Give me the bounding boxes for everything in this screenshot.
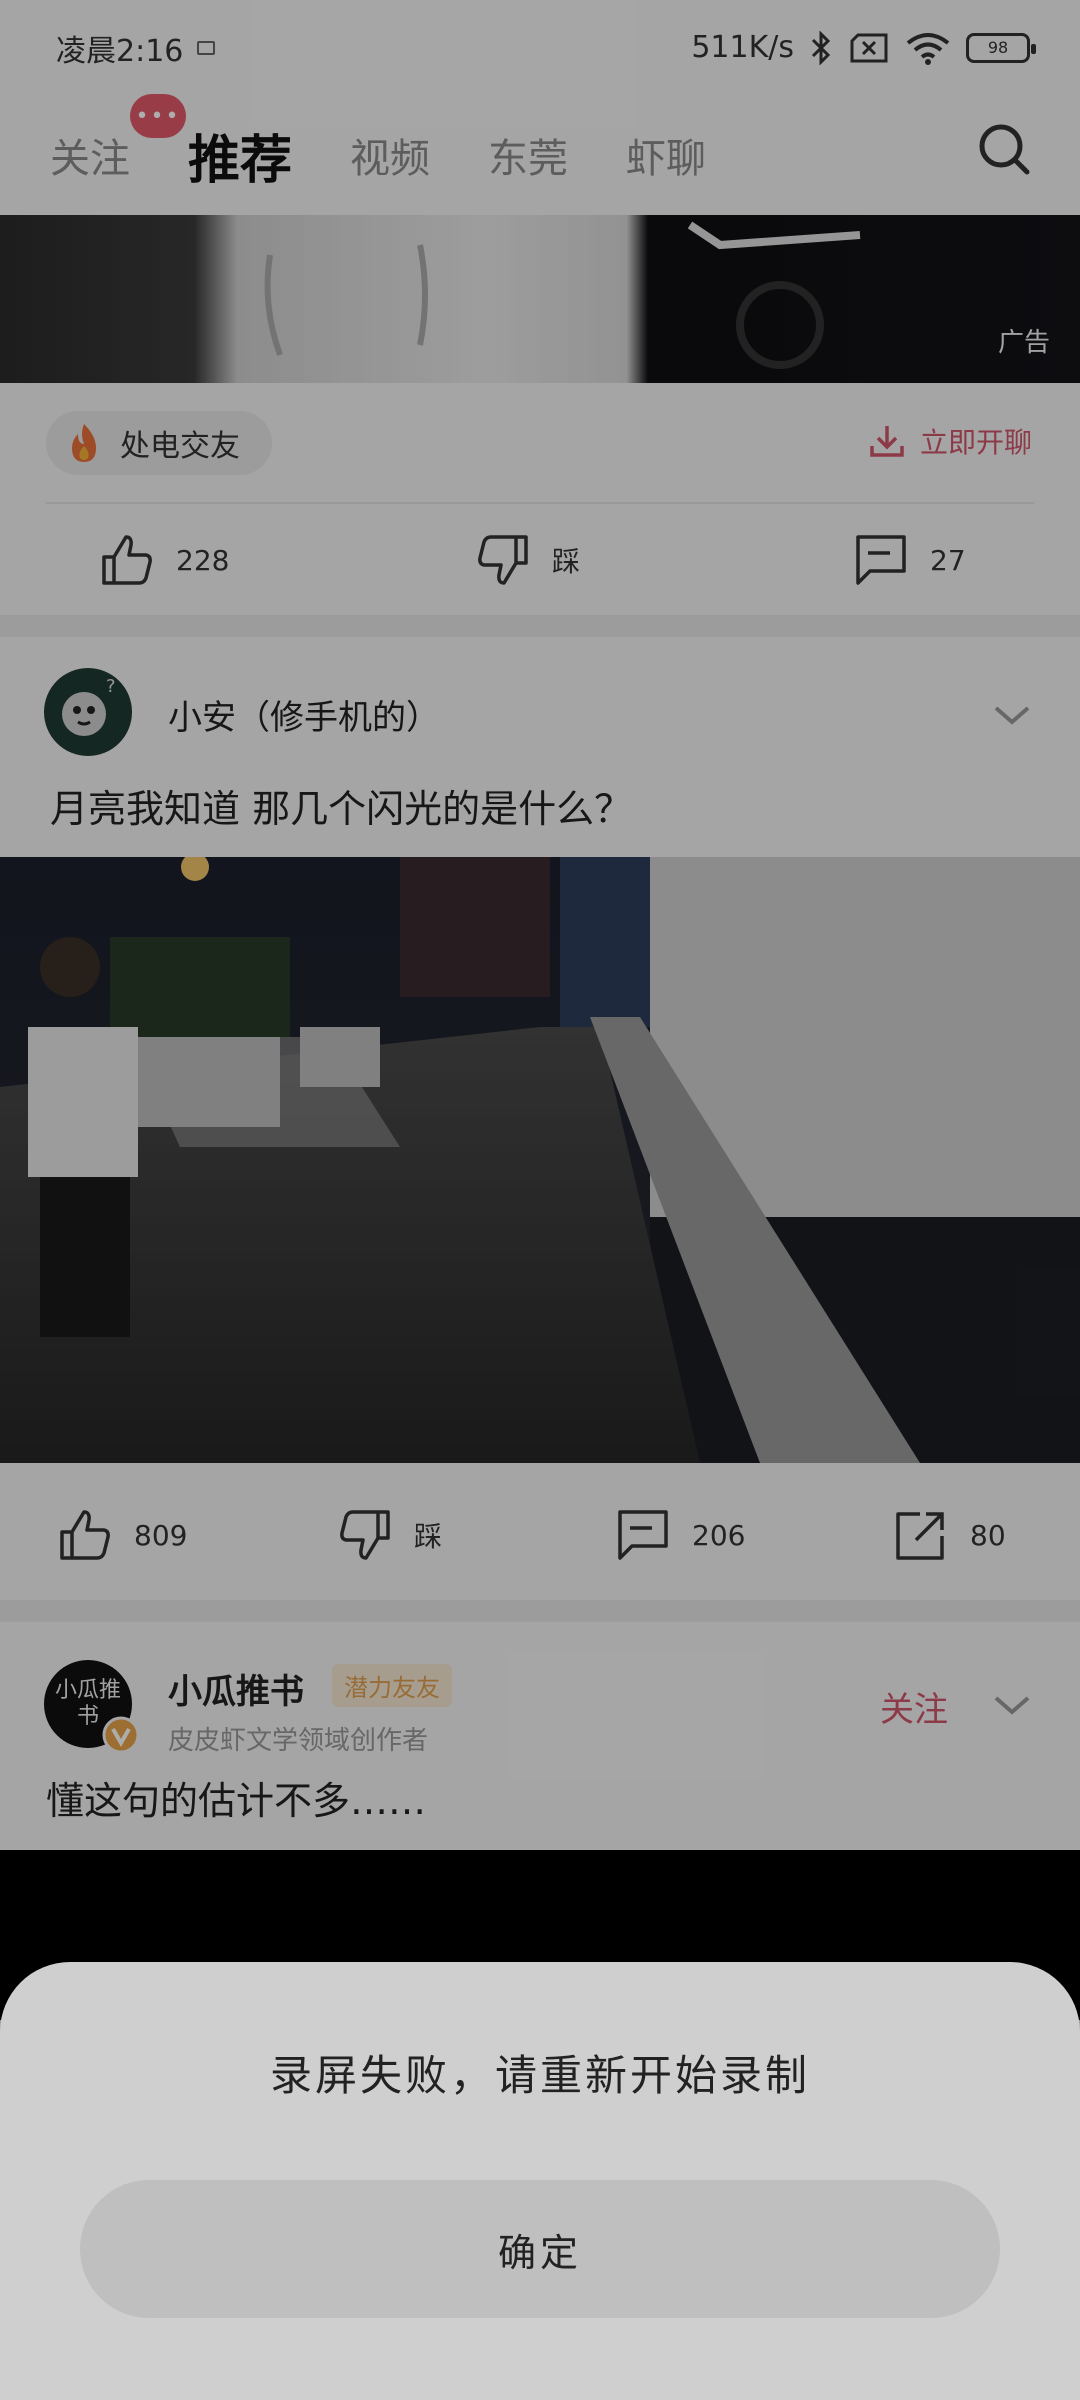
- confirm-button[interactable]: 确定: [80, 2180, 1000, 2318]
- alert-dialog: 录屏失败，请重新开始录制 确定: [0, 1962, 1080, 2400]
- dialog-message: 录屏失败，请重新开始录制: [269, 2051, 810, 2100]
